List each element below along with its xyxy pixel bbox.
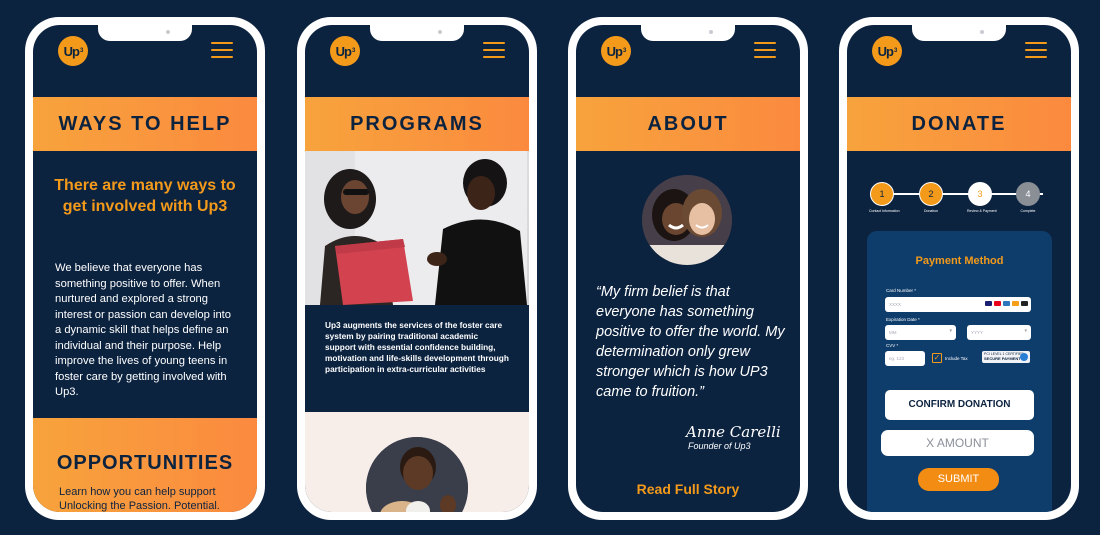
phone-screen: Up 3 DONATE 1 Contact Information 2 Donat… — [847, 25, 1071, 512]
phone-mockup-programs: Up 3 PROGRAMS Up3 augments the services … — [297, 17, 537, 520]
step-1[interactable]: 1 Contact Information — [869, 182, 900, 213]
step-label: Contact Information — [869, 209, 900, 213]
section-banner: WAYS TO HELP — [33, 97, 257, 151]
step-number: 4 — [1016, 182, 1040, 206]
section-banner: DONATE — [847, 97, 1071, 151]
phone-mockup-ways-to-help: Up 3 WAYS TO HELP There are many ways to … — [25, 17, 265, 520]
secure-badge-line2: SECURE PAYMENT — [984, 355, 1021, 361]
card-brand-icons — [985, 301, 1028, 306]
opportunities-text: Learn how you can help support Unlocking… — [59, 486, 220, 512]
step-2[interactable]: 2 Donation — [918, 182, 944, 213]
menu-icon[interactable] — [1025, 42, 1047, 58]
donation-stepper: 1 Contact Information 2 Donation 3 Revie… — [869, 182, 1055, 222]
step-number: 2 — [919, 182, 943, 206]
exp-year-placeholder: YYYY — [971, 330, 984, 335]
amount-input[interactable]: X AMOUNT — [881, 430, 1034, 456]
phone-mockup-about: Up 3 ABOUT “My firm belief is that everyo… — [568, 17, 808, 520]
cvv-label: CVV * — [886, 343, 899, 348]
step-label: Donation — [923, 209, 938, 213]
step-3[interactable]: 3 Review & Payment — [967, 182, 997, 213]
check-icon: ✓ — [933, 353, 941, 362]
mentoring-photo — [305, 151, 529, 305]
menu-icon[interactable] — [483, 42, 505, 58]
step-number: 3 — [968, 182, 992, 206]
programs-description: Up3 augments the services of the foster … — [325, 320, 509, 374]
expiration-label: Expiration Date * — [886, 317, 920, 322]
phone-screen: Up 3 ABOUT “My firm belief is that everyo… — [576, 25, 800, 512]
chevron-down-icon: ▾ — [1024, 328, 1027, 334]
exp-month-select[interactable]: MM ▾ — [885, 325, 956, 340]
section-body-text: We believe that everyone has something p… — [55, 262, 232, 398]
program-card — [305, 412, 529, 512]
include-tax-label: Include Tax — [945, 356, 968, 361]
step-number: 1 — [870, 182, 894, 206]
payment-method-title: Payment Method — [915, 255, 1004, 267]
up3-logo[interactable]: Up 3 — [872, 36, 902, 66]
cvv-placeholder: eg. 123 — [889, 356, 905, 361]
founder-quote: “My firm belief is that everyone has som… — [596, 284, 785, 400]
menu-icon[interactable] — [211, 42, 233, 58]
menu-icon[interactable] — [754, 42, 776, 58]
phone-notch — [98, 25, 192, 41]
cvv-input[interactable]: eg. 123 — [885, 351, 925, 366]
founder-title: Founder of Up3 — [688, 441, 751, 451]
phone-notch — [370, 25, 464, 41]
step-label: Complete — [1020, 209, 1036, 213]
up3-logo[interactable]: Up 3 — [330, 36, 360, 66]
read-full-story-link[interactable]: Read Full Story — [576, 481, 800, 497]
phone-notch — [912, 25, 1006, 41]
shield-icon — [1020, 353, 1028, 361]
include-tax-checkbox[interactable]: ✓ — [932, 353, 942, 363]
submit-button[interactable]: SUBMIT — [918, 468, 999, 491]
exp-year-select[interactable]: YYYY ▾ — [967, 325, 1031, 340]
secure-payment-badge: PCI LEVEL 1 CERTIFIED SECURE PAYMENT — [982, 351, 1030, 363]
phone-notch — [641, 25, 735, 41]
card-number-placeholder: XXXX — [889, 302, 902, 307]
up3-logo[interactable]: Up 3 — [601, 36, 631, 66]
opportunities-title: OPPORTUNITIES — [56, 452, 234, 474]
card-number-input[interactable]: XXXX — [885, 297, 1031, 312]
up3-logo[interactable]: Up 3 — [58, 36, 88, 66]
opportunities-section: OPPORTUNITIES Learn how you can help sup… — [33, 418, 257, 512]
section-banner: PROGRAMS — [305, 97, 529, 151]
program-participant-photo — [366, 437, 468, 512]
card-number-label: Card Number * — [886, 288, 917, 293]
founder-signature: Anne Carelli — [686, 423, 781, 441]
phone-screen: Up 3 WAYS TO HELP There are many ways to … — [33, 25, 257, 512]
chevron-down-icon: ▾ — [949, 328, 952, 334]
founder-photo — [642, 175, 732, 265]
step-label: Review & Payment — [967, 209, 997, 213]
step-4[interactable]: 4 Complete — [1015, 182, 1041, 213]
phone-mockup-donate: Up 3 DONATE 1 Contact Information 2 Donat… — [839, 17, 1079, 520]
phone-screen: Up 3 PROGRAMS Up3 augments the services … — [305, 25, 529, 512]
section-heading: There are many ways to get involved with… — [54, 177, 236, 215]
section-banner: ABOUT — [576, 97, 800, 151]
confirm-donation-button[interactable]: CONFIRM DONATION — [885, 390, 1034, 420]
exp-month-placeholder: MM — [889, 330, 897, 335]
